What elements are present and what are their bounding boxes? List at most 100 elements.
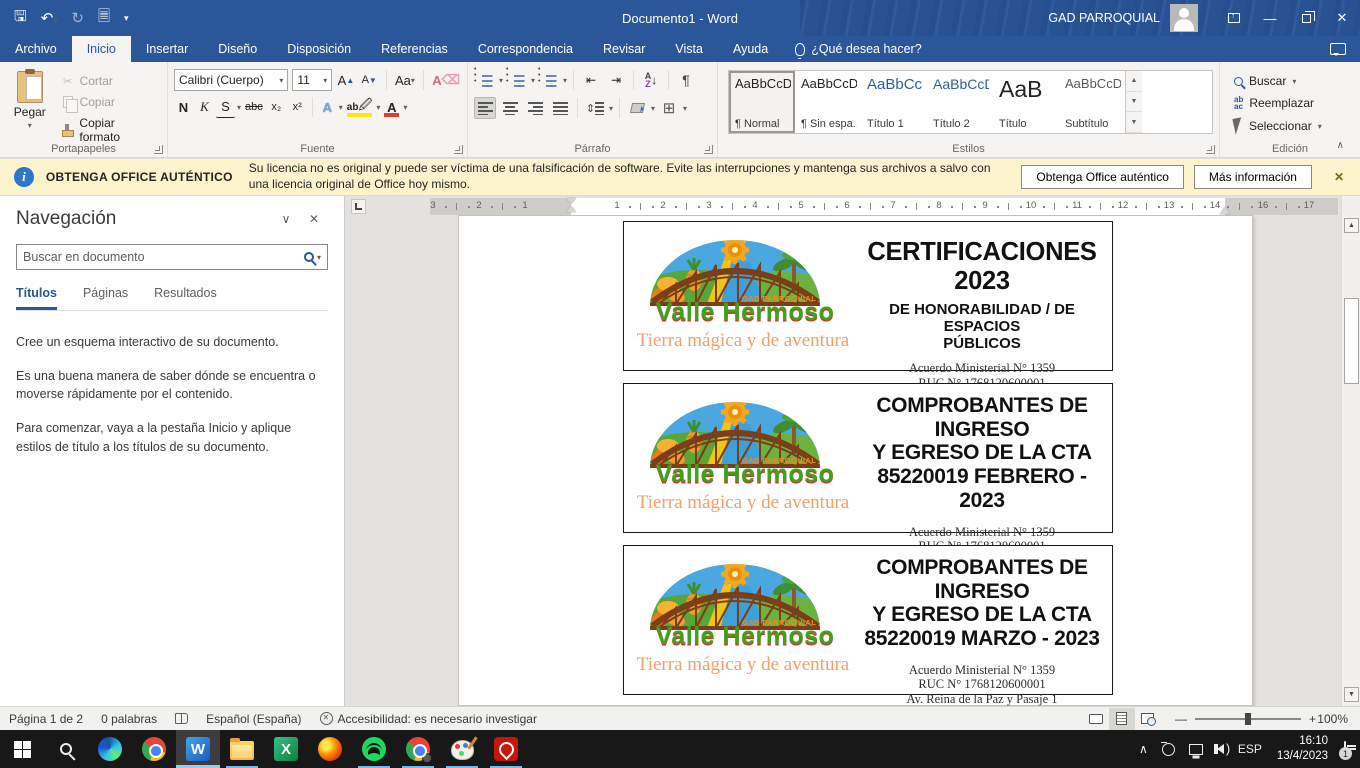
tray-expand-icon[interactable]: ∧: [1132, 742, 1155, 756]
tab-disposicion[interactable]: Disposición: [272, 36, 366, 62]
right-indent-marker[interactable]: [1220, 207, 1230, 214]
numbering-dropdown[interactable]: ▾: [531, 76, 535, 85]
multilevel-dropdown[interactable]: ▾: [563, 76, 567, 85]
style-titulo2[interactable]: AaBbCcD Título 2: [927, 71, 993, 133]
page-indicator[interactable]: Página 1 de 2: [0, 712, 92, 726]
avatar[interactable]: [1170, 4, 1198, 32]
taskbar-search-button[interactable]: [44, 730, 88, 768]
change-case-button[interactable]: Aa▾: [394, 69, 417, 91]
grow-font-button[interactable]: A▲: [336, 69, 355, 91]
proofing-status[interactable]: [166, 713, 197, 724]
more-info-button[interactable]: Más información: [1194, 165, 1312, 189]
cut-button[interactable]: Cortar: [56, 72, 163, 90]
shrink-font-button[interactable]: A▼: [360, 69, 379, 91]
sort-button[interactable]: AZ↓: [640, 69, 662, 91]
tab-inicio[interactable]: Inicio: [72, 36, 131, 62]
align-center-button[interactable]: [499, 97, 521, 119]
shading-button[interactable]: [626, 97, 648, 119]
copy-button[interactable]: Copiar: [56, 93, 163, 111]
clipboard-dialog-launcher[interactable]: [154, 145, 163, 154]
text-effects-button[interactable]: A: [318, 96, 337, 118]
line-spacing-button[interactable]: ⇕: [584, 97, 606, 119]
accessibility-status[interactable]: Accesibilidad: es necesario investigar: [311, 712, 546, 726]
tab-stop-selector[interactable]: [351, 199, 366, 214]
nav-tab-titulos[interactable]: Títulos: [16, 286, 57, 310]
taskbar-chrome[interactable]: [132, 730, 176, 768]
styles-more-button[interactable]: ▼: [1126, 112, 1142, 133]
highlight-button[interactable]: ab🖉: [345, 96, 375, 118]
zoom-out-button[interactable]: —: [1175, 712, 1187, 726]
nav-close-icon[interactable]: ✕: [300, 212, 328, 226]
restore-button[interactable]: [1288, 0, 1324, 36]
style-titulo[interactable]: AaB Título: [993, 71, 1059, 133]
tab-diseno[interactable]: Diseño: [203, 36, 272, 62]
find-button[interactable]: Buscar▾: [1230, 72, 1356, 90]
style-titulo1[interactable]: AaBbCcD Título 1: [861, 71, 927, 133]
clear-formatting-button[interactable]: A⌫: [431, 69, 461, 91]
document-page[interactable]: Valle Hermoso GAD PARROQUIAL Tierra mági…: [458, 215, 1253, 706]
search-input[interactable]: [23, 250, 304, 264]
multilevel-list-button[interactable]: [538, 69, 560, 91]
format-painter-button[interactable]: Copiar formato: [56, 114, 163, 146]
bullets-button[interactable]: [474, 69, 496, 91]
nav-collapse-icon[interactable]: ∨: [272, 212, 300, 226]
language-indicator[interactable]: ESP: [1231, 742, 1269, 756]
style-normal[interactable]: AaBbCcDc ¶ Normal: [729, 71, 795, 133]
font-family-combo[interactable]: Calibri (Cuerpo)▾: [174, 69, 288, 91]
tab-archivo[interactable]: Archivo: [0, 36, 72, 62]
scroll-thumb[interactable]: [1344, 298, 1359, 384]
taskbar-word[interactable]: W: [176, 730, 220, 768]
line-spacing-dropdown[interactable]: ▾: [609, 104, 613, 113]
shading-dropdown[interactable]: ▾: [651, 104, 655, 113]
word-count[interactable]: 0 palabras: [92, 712, 166, 726]
subscript-button[interactable]: x₂: [267, 96, 286, 118]
customize-qat-icon[interactable]: ▾: [124, 13, 129, 24]
numbering-button[interactable]: [506, 69, 528, 91]
decrease-indent-button[interactable]: ⇤: [580, 69, 602, 91]
replace-button[interactable]: abacReemplazar: [1230, 94, 1356, 112]
indent-markers[interactable]: [566, 198, 576, 212]
redo-icon[interactable]: ↻: [71, 9, 84, 27]
superscript-button[interactable]: x²: [288, 96, 307, 118]
tab-revisar[interactable]: Revisar: [588, 36, 660, 62]
zoom-slider[interactable]: [1195, 718, 1301, 720]
collapse-ribbon-icon[interactable]: ∧: [1337, 140, 1344, 151]
horizontal-ruler[interactable]: 32112345678910111213141617: [430, 198, 1338, 215]
tab-insertar[interactable]: Insertar: [131, 36, 203, 62]
action-center-button[interactable]: 1: [1336, 742, 1360, 756]
paragraph-dialog-launcher[interactable]: [704, 145, 713, 154]
tab-ayuda[interactable]: Ayuda: [718, 36, 783, 62]
undo-icon[interactable]: ↶▾: [41, 9, 58, 27]
zoom-in-button[interactable]: +: [1309, 712, 1316, 726]
underline-button[interactable]: S: [216, 96, 235, 118]
clock[interactable]: 16:10 13/4/2023: [1269, 734, 1336, 764]
start-button[interactable]: [0, 730, 44, 768]
nav-tab-resultados[interactable]: Resultados: [154, 286, 217, 310]
nav-search-box[interactable]: ▾: [16, 244, 328, 270]
font-dialog-launcher[interactable]: [454, 145, 463, 154]
styles-scroll-down[interactable]: ▼: [1126, 92, 1142, 113]
font-size-combo[interactable]: 11▾: [292, 69, 332, 91]
bullets-dropdown[interactable]: ▾: [499, 76, 503, 85]
justify-button[interactable]: [549, 97, 571, 119]
styles-scroll-up[interactable]: ▲: [1126, 71, 1142, 92]
network-icon[interactable]: [1182, 744, 1210, 755]
save-icon[interactable]: 🖫: [14, 6, 27, 31]
ribbon-display-options-icon[interactable]: [1216, 0, 1252, 36]
align-right-button[interactable]: [524, 97, 546, 119]
zoom-slider-thumb[interactable]: [1245, 713, 1251, 725]
style-subtitulo[interactable]: AaBbCcDc Subtítulo: [1059, 71, 1125, 133]
minimize-button[interactable]: —: [1252, 0, 1288, 36]
paste-button[interactable]: Pegar ▾: [4, 66, 56, 139]
print-preview-icon[interactable]: 🗏: [98, 6, 110, 31]
increase-indent-button[interactable]: ⇥: [605, 69, 627, 91]
italic-button[interactable]: K: [195, 96, 214, 118]
tab-referencias[interactable]: Referencias: [366, 36, 463, 62]
highlight-dropdown[interactable]: ▾: [376, 103, 380, 112]
scroll-up-button[interactable]: ▲: [1344, 218, 1359, 233]
zoom-percent[interactable]: 100%: [1316, 712, 1360, 726]
taskbar-chrome-profile[interactable]: [396, 730, 440, 768]
tell-me-box[interactable]: ¿Qué desea hacer?: [783, 36, 934, 62]
select-button[interactable]: Seleccionar▾: [1230, 116, 1356, 136]
account-name[interactable]: GAD PARROQUIAL: [1048, 11, 1160, 25]
